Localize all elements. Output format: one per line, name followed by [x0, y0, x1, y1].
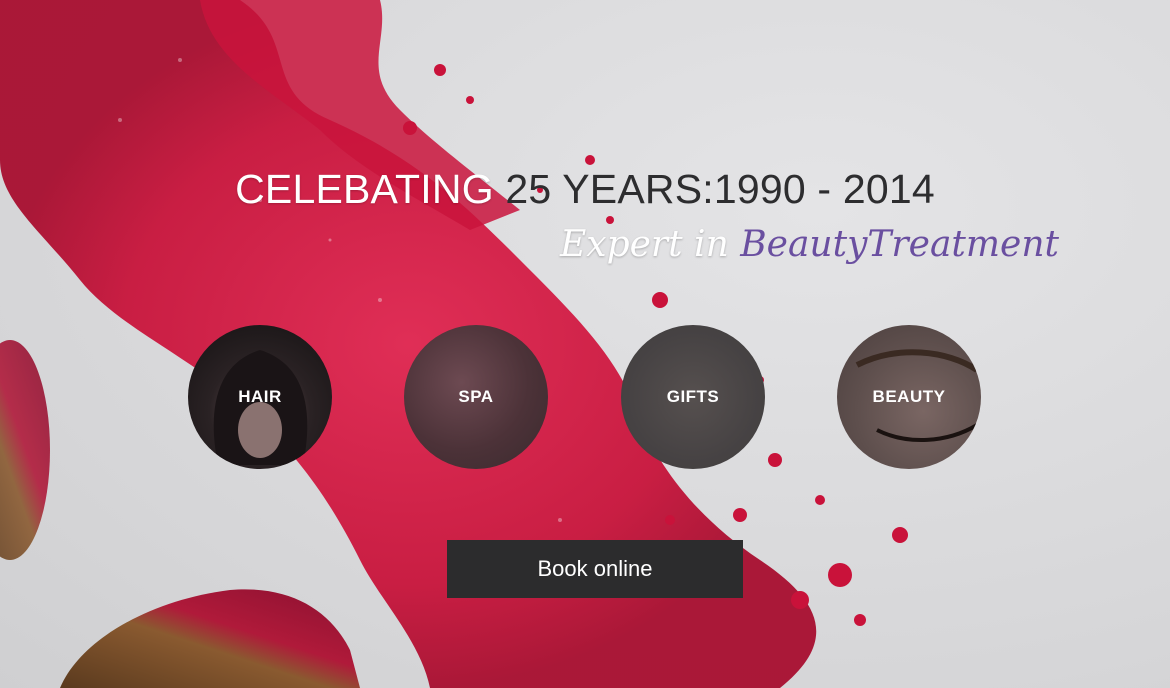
hero-tagline: Expert in BeautyTreatment	[560, 222, 1059, 268]
service-gifts-circle[interactable]: GIFTS	[621, 325, 765, 469]
hero-headline: CELEBATING 25 YEARS:1990 - 2014	[0, 164, 1170, 214]
headline-celebrating: CELEBATING	[235, 166, 494, 212]
service-spa-circle[interactable]: SPA	[404, 325, 548, 469]
service-gifts-label: GIFTS	[666, 387, 720, 406]
headline-years: 25 YEARS:1990 - 2014	[505, 166, 935, 212]
service-hair-label: HAIR	[238, 387, 282, 406]
book-online-button[interactable]: Book online	[447, 540, 743, 598]
tagline-expert: Expert in	[560, 224, 729, 265]
service-beauty-label: BEAUTY	[872, 387, 946, 406]
service-beauty-circle[interactable]: BEAUTY	[837, 325, 981, 469]
tagline-beauty-treatment: BeautyTreatment	[740, 224, 1059, 265]
service-hair-circle[interactable]: HAIR	[188, 325, 332, 469]
service-spa-label: SPA	[458, 387, 494, 406]
